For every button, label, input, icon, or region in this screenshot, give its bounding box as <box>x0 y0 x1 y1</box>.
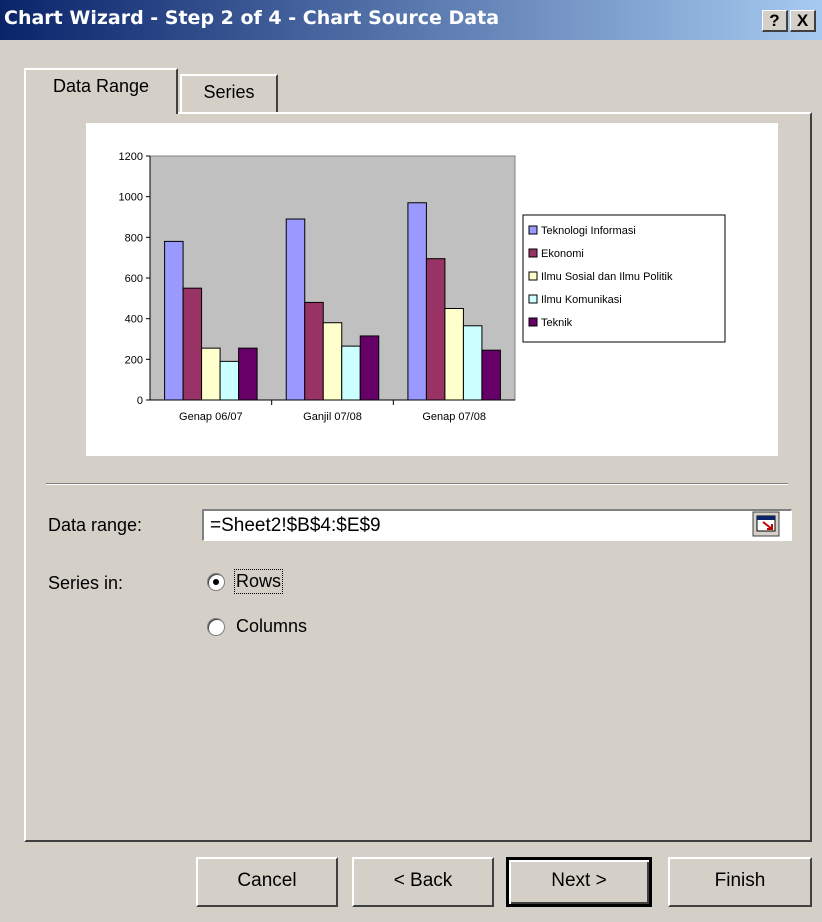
bar <box>164 240 184 401</box>
y-tick-label: 800 <box>125 232 143 244</box>
chart-preview: 0 200 400 600 800 1000 1200 Genap 06/07 Ganjil 0… <box>86 123 778 456</box>
legend-label: Ekonomi <box>541 248 584 260</box>
finish-button[interactable]: Finish <box>668 857 812 907</box>
separator <box>46 483 788 485</box>
y-tick-label: 600 <box>125 273 143 285</box>
x-tick-label: Ganjil 07/08 <box>303 411 362 423</box>
y-tick-label: 0 <box>137 395 143 407</box>
bar <box>285 218 306 401</box>
y-tick-label: 1000 <box>119 192 143 204</box>
back-button[interactable]: < Back <box>352 857 494 907</box>
legend-swatch <box>528 248 538 258</box>
next-button[interactable]: Next > <box>506 857 652 907</box>
collapse-dialog-icon[interactable] <box>752 511 780 537</box>
bar <box>219 360 240 401</box>
tab-series-label: Series <box>203 82 255 102</box>
bar <box>201 347 221 401</box>
columns-radio[interactable] <box>207 618 225 636</box>
data-range-input[interactable]: =Sheet2!$B$4:$E$9 <box>202 509 792 541</box>
legend-label: Teknik <box>541 317 573 329</box>
bar <box>359 335 380 401</box>
chart-svg: 0 200 400 600 800 1000 1200 Genap 06/07 Ganjil 0… <box>119 151 726 423</box>
columns-label[interactable]: Columns <box>236 616 307 637</box>
legend-swatch <box>528 294 538 304</box>
rows-label[interactable]: Rows <box>233 569 284 594</box>
bar <box>304 301 324 401</box>
rows-radio[interactable] <box>207 573 225 591</box>
title-bar: Chart Wizard - Step 2 of 4 - Chart Sourc… <box>0 0 822 40</box>
bar <box>238 347 258 401</box>
bar <box>407 202 427 401</box>
bar <box>341 345 361 401</box>
bar <box>425 258 446 401</box>
legend-label: Ilmu Komunikasi <box>541 294 622 306</box>
y-tick-label: 1200 <box>119 151 143 163</box>
close-button[interactable]: X <box>790 10 816 32</box>
bar <box>444 308 464 401</box>
data-range-label: Data range: <box>48 515 143 535</box>
bar <box>481 349 501 401</box>
cancel-button[interactable]: Cancel <box>196 857 338 907</box>
bar <box>182 287 203 401</box>
tab-data-range[interactable]: Data Range <box>24 68 178 114</box>
legend-swatch <box>528 317 538 327</box>
tab-data-range-label: Data Range <box>52 76 150 96</box>
radio-selected-dot <box>213 579 219 585</box>
legend-swatch <box>528 271 538 281</box>
bar <box>462 325 483 401</box>
legend-label: Teknologi Informasi <box>541 225 636 237</box>
legend-swatch <box>528 225 538 235</box>
y-tick-label: 200 <box>125 354 143 366</box>
window-title: Chart Wizard - Step 2 of 4 - Chart Sourc… <box>4 7 500 29</box>
help-button[interactable]: ? <box>762 10 788 32</box>
x-tick-label: Genap 07/08 <box>422 411 486 423</box>
y-tick-label: 400 <box>125 314 143 326</box>
series-in-label: Series in: <box>48 573 124 593</box>
legend-label: Ilmu Sosial dan Ilmu Politik <box>541 271 673 283</box>
tab-series[interactable]: Series <box>180 74 278 112</box>
bar <box>322 322 343 401</box>
x-tick-label: Genap 06/07 <box>179 411 243 423</box>
